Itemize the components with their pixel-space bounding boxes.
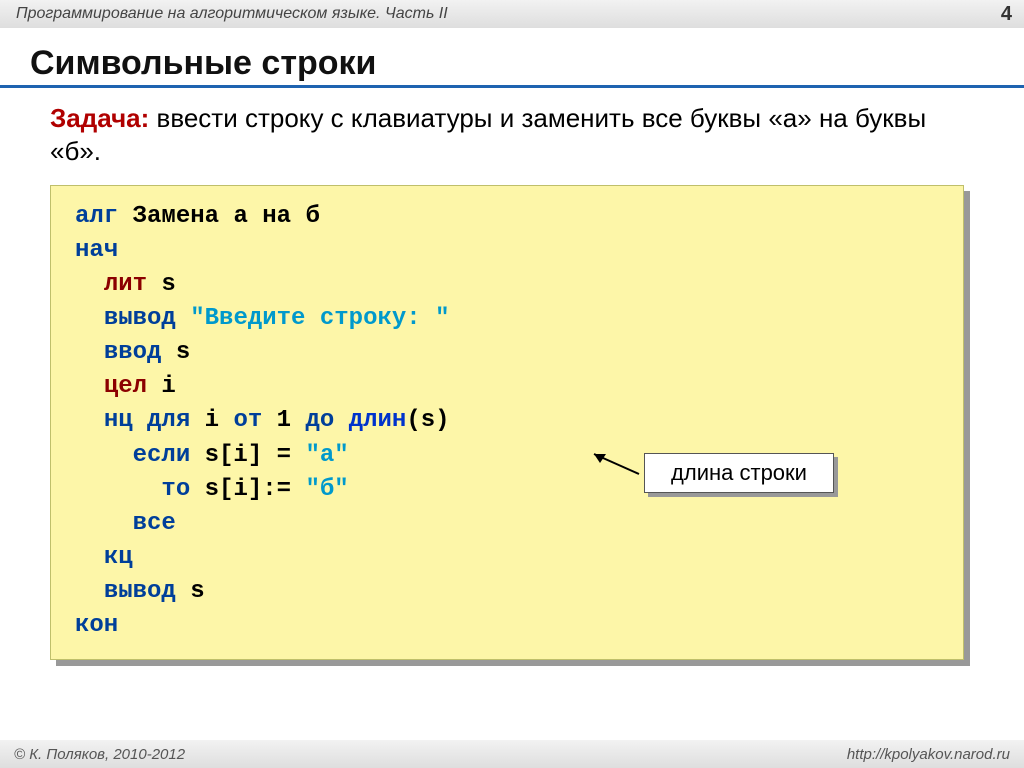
task-text: Задача: ввести строку с клавиатуры и зам… bbox=[0, 102, 1024, 167]
string-prompt: "Введите строку: " bbox=[190, 305, 449, 332]
annotation-callout: длина строки bbox=[644, 453, 834, 493]
var-i: i bbox=[147, 373, 176, 400]
code-box: алг Замена а на б нач лит s вывод "Введи… bbox=[50, 185, 964, 660]
slide-footer: © К. Поляков, 2010-2012 http://kpolyakov… bbox=[0, 740, 1024, 768]
page-title: Символьные строки bbox=[0, 36, 1024, 88]
task-body: ввести строку с клавиатуры и заменить вс… bbox=[50, 103, 926, 166]
note-text: длина строки bbox=[644, 453, 834, 493]
var-s: s bbox=[147, 271, 176, 298]
copyright: © К. Поляков, 2010-2012 bbox=[14, 746, 185, 763]
kw-end: кон bbox=[75, 612, 118, 639]
output-var: s bbox=[176, 578, 205, 605]
kw-output2: вывод bbox=[104, 578, 176, 605]
kw-alg: алг bbox=[75, 203, 118, 230]
kw-if: если bbox=[133, 442, 191, 469]
fn-len: длин bbox=[349, 407, 407, 434]
task-label: Задача: bbox=[50, 103, 149, 133]
kw-output1: вывод bbox=[104, 305, 176, 332]
input-var: s bbox=[161, 339, 190, 366]
kw-then: то bbox=[161, 476, 190, 503]
arrow-icon bbox=[584, 449, 644, 499]
footer-url: http://kpolyakov.narod.ru bbox=[847, 746, 1010, 763]
slide-header: Программирование на алгоритмическом язык… bbox=[0, 0, 1024, 28]
kw-endif: все bbox=[133, 510, 176, 537]
fn-arg: (s) bbox=[406, 407, 449, 434]
string-b: "б" bbox=[305, 476, 348, 503]
code-block: алг Замена а на б нач лит s вывод "Введи… bbox=[50, 185, 964, 660]
kw-from: от bbox=[233, 407, 262, 434]
alg-name: Замена а на б bbox=[118, 203, 320, 230]
page-number: 4 bbox=[1001, 3, 1012, 26]
kw-to: до bbox=[305, 407, 334, 434]
header-title: Программирование на алгоритмическом язык… bbox=[16, 5, 448, 23]
kw-input: ввод bbox=[104, 339, 162, 366]
kw-lit: лит bbox=[104, 271, 147, 298]
kw-for-a: нц для bbox=[104, 407, 190, 434]
kw-begin: нач bbox=[75, 237, 118, 264]
kw-int: цел bbox=[104, 373, 147, 400]
kw-endloop: кц bbox=[104, 544, 133, 571]
string-a: "а" bbox=[305, 442, 348, 469]
